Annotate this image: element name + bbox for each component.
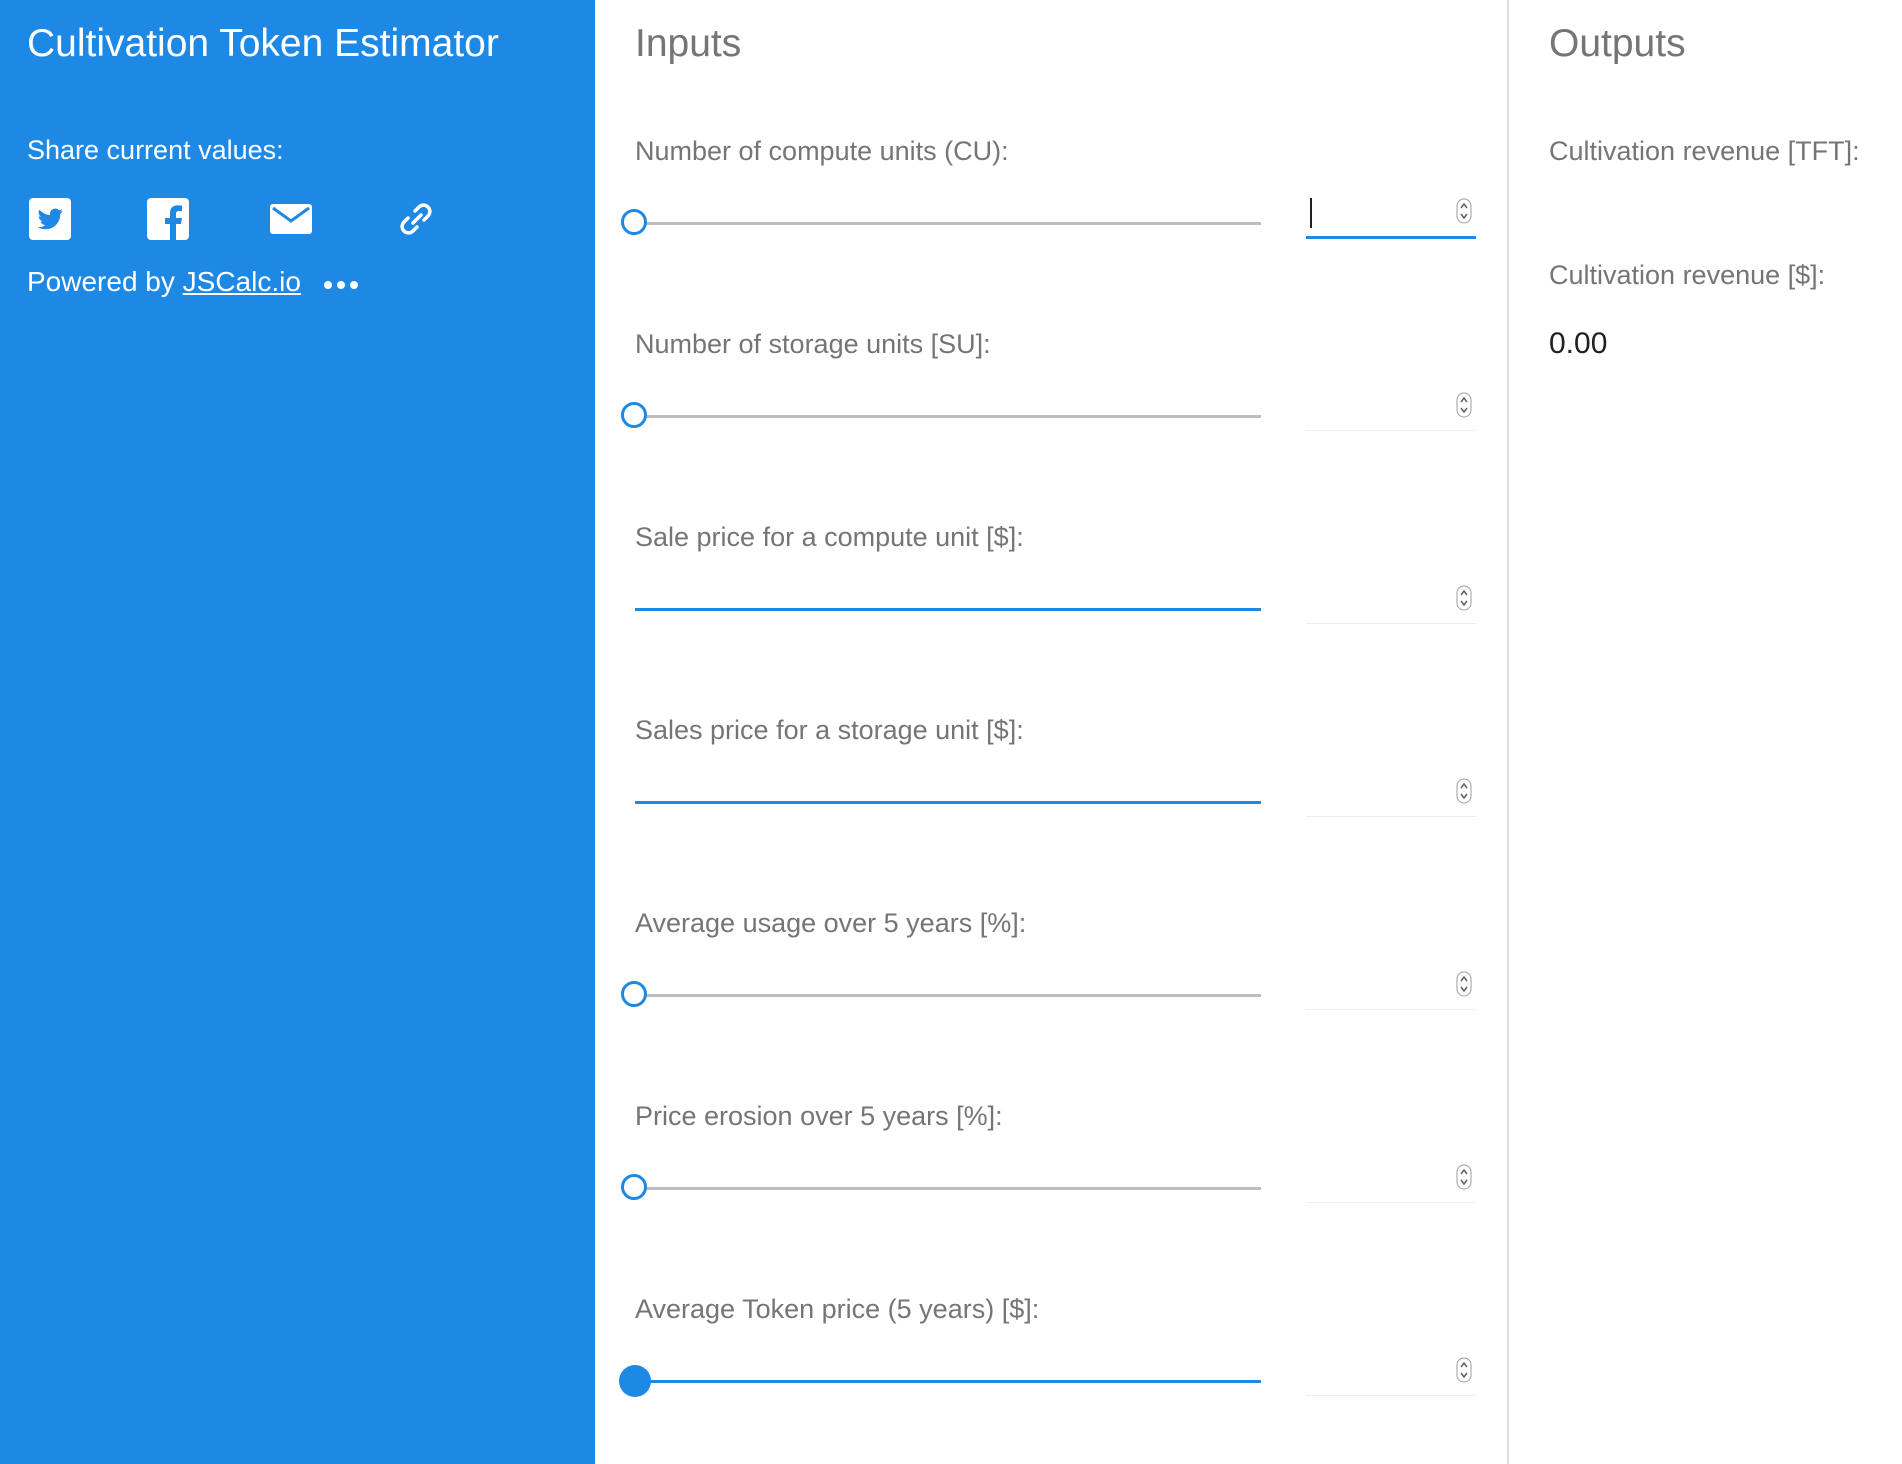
email-share-button[interactable] [268, 196, 314, 242]
outputs-title: Outputs [1549, 22, 1686, 65]
token-price-slider[interactable] [619, 1365, 1261, 1397]
spinner-arrows-icon [1456, 198, 1472, 224]
price-erosion-slider[interactable] [621, 1174, 1261, 1200]
price-erosion-input[interactable] [1306, 1158, 1476, 1203]
compute-units-slider[interactable] [621, 209, 1261, 235]
slider-thumb[interactable] [621, 209, 647, 235]
storage-units-slider[interactable] [621, 402, 1261, 428]
number-spinner[interactable] [1456, 198, 1472, 224]
email-icon [270, 204, 312, 234]
copy-link-button[interactable] [393, 196, 439, 242]
storage-units-input[interactable] [1306, 386, 1476, 431]
output-label: Cultivation revenue [$]: [1549, 260, 1826, 290]
jscalc-link[interactable]: JSCalc.io [183, 266, 301, 297]
spinner-arrows-icon [1456, 778, 1472, 804]
output-value: 0.00 [1549, 327, 1608, 360]
facebook-share-button[interactable] [145, 196, 191, 242]
link-icon [400, 203, 432, 235]
number-spinner[interactable] [1456, 971, 1472, 997]
spinner-arrows-icon [1456, 585, 1472, 611]
compute-units-input[interactable] [1306, 192, 1476, 239]
number-spinner[interactable] [1456, 1164, 1472, 1190]
calculator-app: Cultivation Token Estimator Share curren… [0, 0, 1902, 1464]
storage-price-input[interactable] [1306, 772, 1476, 817]
field-label: Sales price for a storage unit [$]: [635, 715, 1024, 745]
powered-by-text: Powered by [27, 266, 175, 297]
inputs-title: Inputs [635, 22, 742, 65]
spinner-arrows-icon [1456, 971, 1472, 997]
slider-thumb[interactable] [621, 402, 647, 428]
number-spinner[interactable] [1456, 778, 1472, 804]
app-title: Cultivation Token Estimator [27, 22, 499, 65]
field-label: Sale price for a compute unit [$]: [635, 522, 1024, 552]
inputs-panel: Inputs Number of compute units (CU): Num… [595, 0, 1509, 1464]
sidebar: Cultivation Token Estimator Share curren… [0, 0, 595, 1464]
more-dots-icon [324, 281, 358, 289]
field-label: Price erosion over 5 years [%]: [635, 1101, 1003, 1131]
spinner-arrows-icon [1456, 1357, 1472, 1383]
spinner-arrows-icon [1456, 1164, 1472, 1190]
spinner-arrows-icon [1456, 392, 1472, 418]
slider-thumb[interactable] [621, 981, 647, 1007]
token-price-input[interactable] [1306, 1351, 1476, 1396]
number-spinner[interactable] [1456, 392, 1472, 418]
slider-thumb[interactable] [619, 1365, 651, 1397]
field-label: Number of storage units [SU]: [635, 329, 991, 359]
number-spinner[interactable] [1456, 1357, 1472, 1383]
average-usage-slider[interactable] [621, 981, 1261, 1007]
field-label: Average Token price (5 years) [$]: [635, 1294, 1040, 1324]
field-label: Number of compute units (CU): [635, 136, 1009, 166]
storage-price-slider[interactable] [635, 801, 1261, 804]
twitter-share-button[interactable] [27, 196, 73, 242]
more-options-button[interactable] [323, 276, 359, 294]
share-label: Share current values: [27, 135, 284, 165]
slider-thumb[interactable] [621, 1174, 647, 1200]
facebook-icon [147, 198, 189, 240]
compute-price-slider[interactable] [635, 608, 1261, 611]
outputs-panel: Outputs Cultivation revenue [TFT]: Culti… [1509, 0, 1902, 1464]
average-usage-input[interactable] [1306, 965, 1476, 1010]
compute-price-input[interactable] [1306, 579, 1476, 624]
field-label: Average usage over 5 years [%]: [635, 908, 1027, 938]
text-caret [1310, 198, 1312, 228]
output-label: Cultivation revenue [TFT]: [1549, 136, 1860, 166]
twitter-icon [29, 198, 71, 240]
powered-by: Powered by JSCalc.io [27, 266, 301, 298]
number-spinner[interactable] [1456, 585, 1472, 611]
